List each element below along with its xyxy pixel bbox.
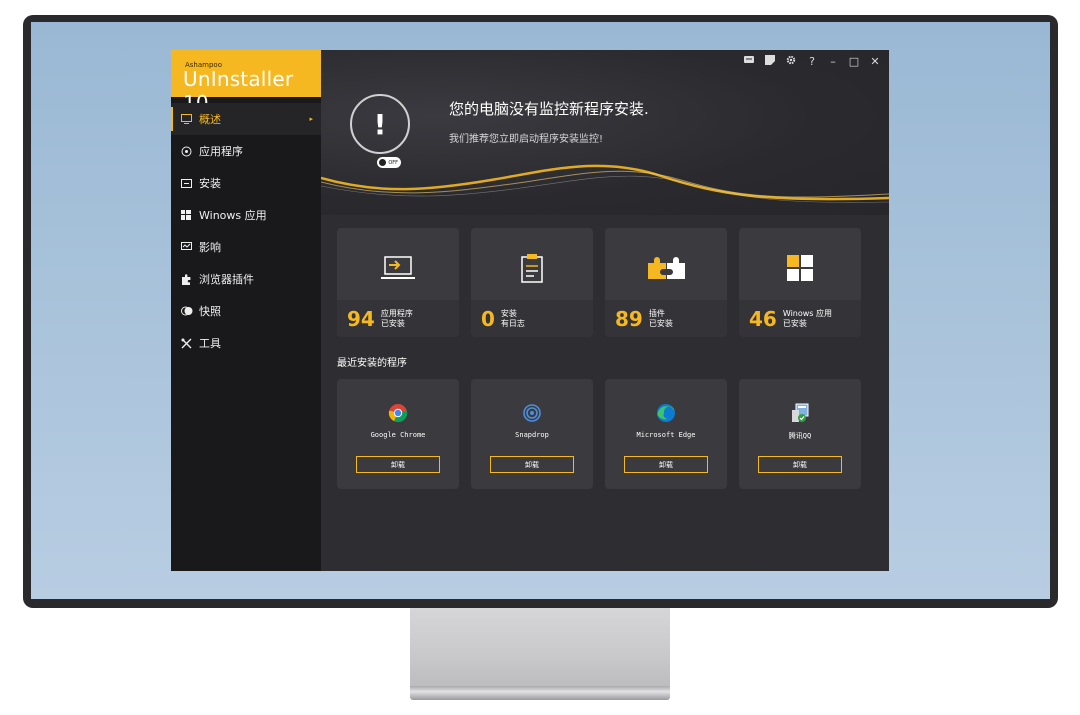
- recent-program-card: Google Chrome 卸载: [337, 379, 459, 489]
- sidebar-item-apps[interactable]: 应用程序: [171, 135, 321, 167]
- stat-label: 应用程序: [380, 308, 413, 318]
- snapdrop-icon: [523, 404, 541, 422]
- sidebar-item-windows-apps[interactable]: Winows 应用: [171, 199, 321, 231]
- clipboard-icon: [471, 248, 593, 288]
- window-controls: ? – □ ✕: [743, 55, 881, 68]
- alert-symbol: !: [373, 107, 387, 141]
- sidebar: Ashampoo UnInstaller 10 概述 ▸: [171, 50, 321, 571]
- recent-program-card: Snapdrop 卸载: [471, 379, 593, 489]
- sidebar-item-label: 概述: [199, 113, 221, 126]
- stat-sublabel: 已安装: [782, 318, 807, 328]
- program-name: Google Chrome: [370, 431, 426, 439]
- stat-sublabel: 已安装: [648, 318, 673, 328]
- uninstall-button[interactable]: 卸载: [624, 456, 708, 473]
- stat-label: 插件: [648, 308, 665, 318]
- stat-bottom: 94 应用程序 已安装: [337, 300, 459, 337]
- notes-icon[interactable]: [764, 55, 776, 68]
- install-icon: [181, 178, 199, 188]
- close-icon[interactable]: ✕: [869, 55, 881, 68]
- sidebar-item-impact[interactable]: 影响: [171, 231, 321, 263]
- stat-bottom: 89 插件 已安装: [605, 300, 727, 337]
- stat-label: 安装: [500, 308, 517, 318]
- monitor-icon: [181, 114, 199, 124]
- apps-icon: [181, 146, 199, 157]
- windows-tiles-icon: [739, 248, 861, 288]
- chevron-right-icon: ▸: [309, 115, 313, 123]
- monitor-stand-base: [410, 686, 670, 700]
- uninstall-button[interactable]: 卸载: [490, 456, 574, 473]
- stat-sublabel: 已安装: [380, 318, 405, 328]
- recent-program-card: 腾讯QQ 卸载: [739, 379, 861, 489]
- app-logo: Ashampoo UnInstaller 10: [171, 50, 321, 115]
- recent-program-card: Microsoft Edge 卸载: [605, 379, 727, 489]
- qq-installer-icon: [792, 403, 809, 422]
- toggle-label: OFF: [388, 159, 398, 166]
- stat-number: 89: [615, 306, 643, 331]
- alert-icon: !: [350, 94, 410, 154]
- main-panel: ? – □ ✕ ! OFF 您的电脑没有监控新程序安装. 我们推荐您立即启动程序…: [321, 50, 889, 571]
- hero-title: 您的电脑没有监控新程序安装.: [449, 100, 649, 118]
- monitor-frame: Ashampoo UnInstaller 10 概述 ▸: [23, 15, 1058, 608]
- stat-number: 94: [347, 306, 375, 331]
- stat-bottom: 46 Winows 应用 已安装: [739, 300, 861, 337]
- sidebar-item-tools[interactable]: 工具: [171, 327, 321, 359]
- stat-card-plugins[interactable]: 89 插件 已安装: [605, 228, 727, 337]
- impact-icon: [181, 242, 199, 252]
- snapshot-icon: [181, 306, 199, 316]
- program-name: Microsoft Edge: [636, 431, 696, 439]
- monitor-toggle[interactable]: OFF: [377, 157, 401, 168]
- gear-icon[interactable]: [785, 55, 797, 68]
- stat-number: 0: [481, 306, 495, 331]
- chrome-icon: [388, 404, 408, 423]
- monitor-screen: Ashampoo UnInstaller 10 概述 ▸: [31, 22, 1050, 599]
- windows-icon: [181, 210, 199, 220]
- sidebar-item-install[interactable]: 安装: [171, 167, 321, 199]
- sidebar-item-label: 快照: [199, 305, 221, 318]
- stat-card-installs[interactable]: 0 安装 有日志: [471, 228, 593, 337]
- program-name: 腾讯QQ: [788, 432, 812, 440]
- sidebar-item-label: 影响: [199, 241, 221, 254]
- uninstall-button[interactable]: 卸载: [758, 456, 842, 473]
- sidebar-item-label: 应用程序: [199, 145, 243, 158]
- edge-icon: [657, 404, 675, 422]
- sidebar-item-label: 工具: [199, 337, 221, 350]
- uninstaller-window: Ashampoo UnInstaller 10 概述 ▸: [171, 50, 889, 571]
- puzzle-pieces-icon: [605, 248, 727, 288]
- stat-card-apps[interactable]: 94 应用程序 已安装: [337, 228, 459, 337]
- stat-bottom: 0 安装 有日志: [471, 300, 593, 337]
- sidebar-nav: 概述 ▸ 应用程序 安装 Winows 应用 影响 浏览器插件 快照 工具: [171, 103, 321, 359]
- sidebar-item-overview[interactable]: 概述 ▸: [171, 103, 321, 135]
- help-icon[interactable]: ?: [806, 55, 818, 68]
- laptop-icon: [337, 248, 459, 288]
- maximize-icon[interactable]: □: [848, 55, 860, 68]
- program-name: Snapdrop: [515, 431, 549, 439]
- stat-card-windows-apps[interactable]: 46 Winows 应用 已安装: [739, 228, 861, 337]
- stat-sublabel: 有日志: [500, 318, 525, 328]
- hero-wave-graphic: [321, 164, 889, 203]
- sidebar-item-label: 浏览器插件: [199, 273, 254, 286]
- monitor-stand: [410, 608, 670, 686]
- sidebar-item-label: 安装: [199, 177, 221, 190]
- minimize-icon[interactable]: –: [827, 55, 839, 68]
- tools-icon: [181, 338, 199, 349]
- uninstall-button[interactable]: 卸载: [356, 456, 440, 473]
- hero-subtitle: 我们推荐您立即启动程序安装监控!: [449, 134, 604, 145]
- stat-number: 46: [749, 306, 777, 331]
- puzzle-icon: [181, 273, 199, 285]
- stat-label: Winows 应用: [782, 308, 833, 318]
- sidebar-item-snapshot[interactable]: 快照: [171, 295, 321, 327]
- feedback-icon[interactable]: [743, 55, 755, 68]
- sidebar-item-label: Winows 应用: [199, 209, 267, 222]
- hero-banner: ? – □ ✕ ! OFF 您的电脑没有监控新程序安装. 我们推荐您立即启动程序…: [321, 50, 889, 215]
- recent-programs-title: 最近安装的程序: [337, 358, 407, 369]
- sidebar-item-browser-plugins[interactable]: 浏览器插件: [171, 263, 321, 295]
